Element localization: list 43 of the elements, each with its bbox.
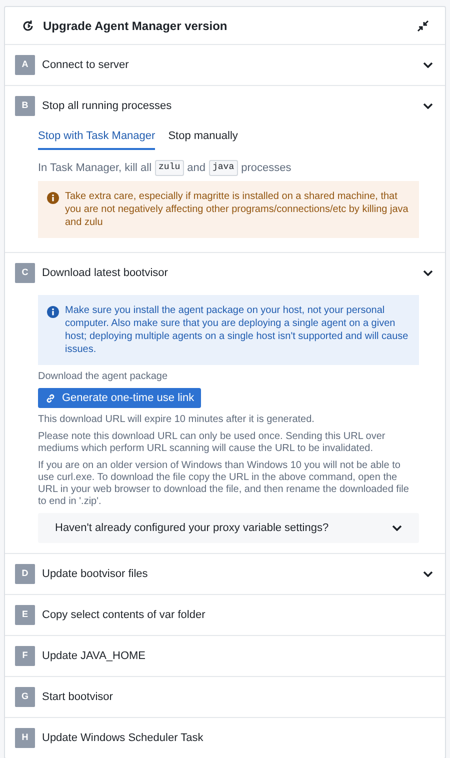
step-header[interactable]: G Start bootvisor: [5, 677, 445, 717]
step-header[interactable]: E Copy select contents of var folder: [5, 595, 445, 635]
step-letter: C: [15, 263, 35, 283]
step-title: Update Windows Scheduler Task: [42, 730, 204, 746]
warning-text: Take extra care, especially if magritte is installed on a shared machine, that you are not negatively affecting other programs/connections/etc by killing java and zulu: [65, 190, 410, 229]
step-letter: D: [15, 564, 35, 584]
step-letter: B: [15, 96, 35, 116]
step-letter: A: [15, 55, 35, 75]
step-title: Start bootvisor: [42, 690, 114, 705]
tab[interactable]: Stop with Task Manager: [38, 128, 156, 150]
info-text: Make sure you install the agent package on your host, not your personal computer. Also make sure that you are deploying a single agent on a given host; deploying multiple agents on a single host isn't supported and will cause issues.: [65, 304, 410, 356]
step-letter: E: [15, 605, 35, 625]
step-title: Update bootvisor files: [42, 566, 149, 582]
info-icon: [47, 306, 59, 318]
step-title: Copy select contents of var folder: [42, 608, 206, 623]
description-text: Please note this download URL can only be used once. Sending this URL over mediums which perform URL scanning will cause the URL to be invalidated.: [38, 431, 386, 455]
step-header[interactable]: D Update bootvisor files: [5, 554, 445, 594]
description-text: If you are on an older version of Windows than Windows 10 you will not be able to use curl.exe. To download the file copy the URL in the above command, open the URL in your web browser to download the file, and then rename the downloaded file to end in '.zip'.: [38, 460, 410, 508]
step-letter: H: [15, 728, 35, 748]
chevron-icon: [392, 525, 402, 531]
step-letter: F: [15, 646, 35, 666]
description-text: This download URL will expire 10 minutes after it is generated.: [38, 414, 316, 426]
instruction-text: In Task Manager, kill all zulu and java processes: [38, 160, 292, 176]
link-icon: [45, 392, 56, 404]
minimize-icon[interactable]: [417, 20, 429, 32]
step-title: Connect to server: [42, 58, 130, 73]
warning-icon: [47, 192, 59, 204]
description-text: Download the agent package: [38, 371, 169, 383]
step-title: Download latest bootvisor: [42, 266, 169, 281]
refresh-icon: [21, 18, 35, 32]
step-title: Update JAVA_HOME: [42, 648, 147, 664]
generate-link-button[interactable]: Generate one-time use link: [38, 388, 202, 408]
panel-title: Upgrade Agent Manager version: [43, 18, 228, 34]
step-header[interactable]: F Update JAVA_HOME: [5, 636, 445, 676]
step-header[interactable]: B Stop all running processes: [5, 86, 445, 126]
tab[interactable]: Stop manually: [168, 128, 238, 150]
proxy-settings-text: Haven't already configured your proxy variable settings?: [55, 520, 329, 536]
step-letter: G: [15, 687, 35, 707]
step-header[interactable]: C Download latest bootvisor: [5, 253, 445, 293]
step-title: Stop all running processes: [42, 98, 173, 114]
step-header[interactable]: A Connect to server: [5, 45, 445, 85]
proxy-settings-toggle[interactable]: Haven't already configured your proxy variable settings?: [38, 513, 419, 543]
step-header[interactable]: H Update Windows Scheduler Task: [5, 718, 445, 758]
